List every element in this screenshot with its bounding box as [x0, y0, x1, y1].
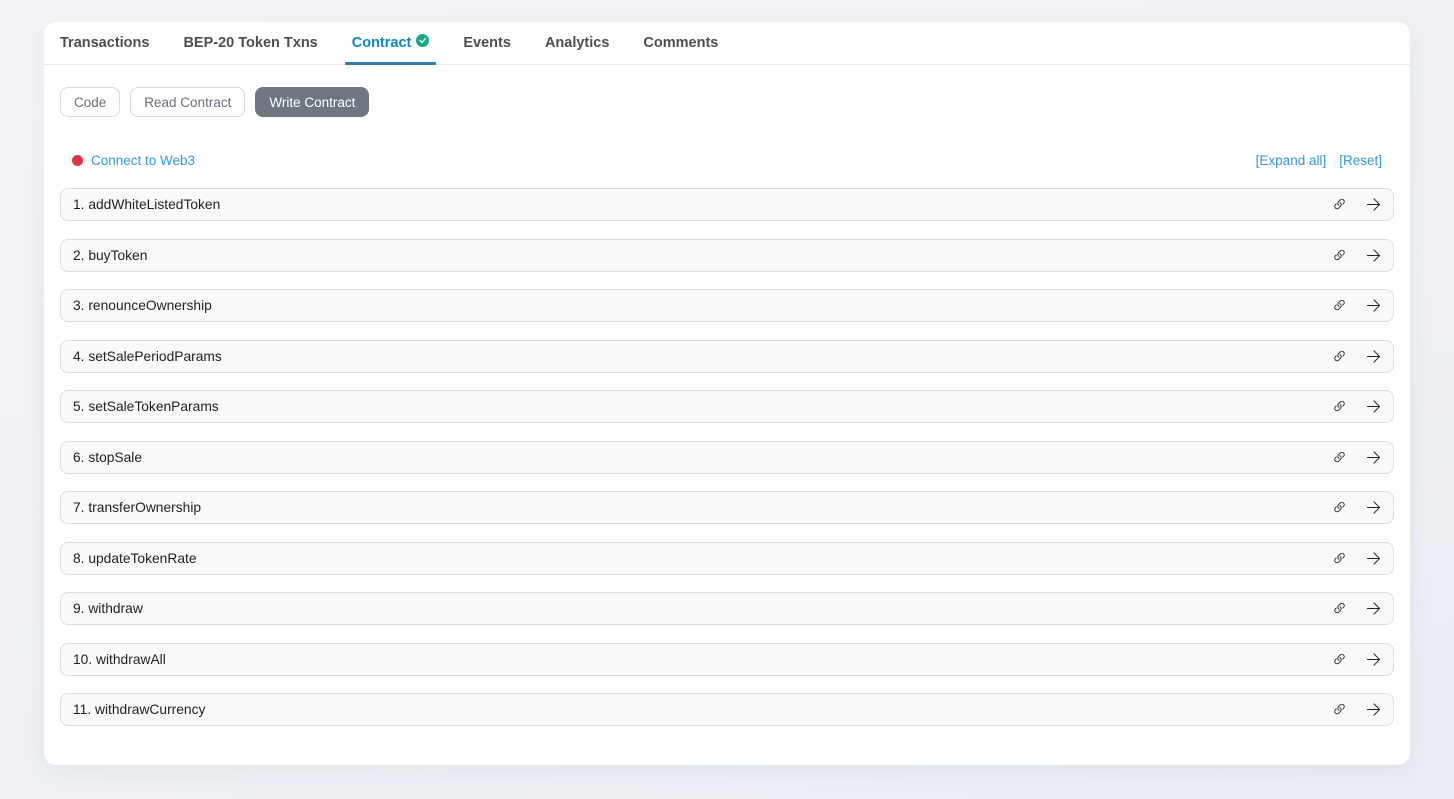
- function-label: 2. buyToken: [73, 247, 148, 263]
- tab-label: BEP-20 Token Txns: [183, 35, 318, 51]
- function-row-withdrawCurrency[interactable]: 11. withdrawCurrency: [60, 693, 1394, 726]
- expand-arrow-icon[interactable]: [1366, 349, 1381, 364]
- tab-bep20-token-txns[interactable]: BEP-20 Token Txns: [183, 22, 317, 64]
- function-label: 4. setSalePeriodParams: [73, 348, 222, 364]
- function-label: 6. stopSale: [73, 449, 143, 465]
- tab-label: Events: [463, 35, 511, 51]
- tab-comments[interactable]: Comments: [643, 22, 718, 64]
- function-row-renounceOwnership[interactable]: 3. renounceOwnership: [60, 289, 1394, 322]
- permalink-icon[interactable]: [1332, 702, 1347, 717]
- tab-events[interactable]: Events: [463, 22, 511, 64]
- function-label: 9. withdraw: [73, 601, 143, 616]
- function-label: 8. updateTokenRate: [73, 550, 197, 566]
- permalink-icon[interactable]: [1332, 197, 1347, 212]
- tab-analytics[interactable]: Analytics: [545, 22, 609, 64]
- permalink-icon[interactable]: [1332, 551, 1347, 566]
- permalink-icon[interactable]: [1332, 652, 1347, 667]
- code-button[interactable]: Code: [60, 87, 121, 117]
- function-row-withdrawAll[interactable]: 10. withdrawAll: [60, 642, 1394, 676]
- expand-arrow-icon[interactable]: [1366, 500, 1381, 515]
- function-row-addWhiteListedToken[interactable]: 1. addWhiteListedToken: [60, 188, 1394, 221]
- function-label: 11. withdrawCurrency: [73, 702, 206, 717]
- permalink-icon[interactable]: [1332, 601, 1347, 616]
- expand-arrow-icon[interactable]: [1366, 197, 1381, 212]
- function-label: 5. setSaleTokenParams: [73, 399, 219, 414]
- tab-transactions[interactable]: Transactions: [60, 22, 149, 64]
- read-contract-button[interactable]: Read Contract: [130, 87, 246, 117]
- reset-link[interactable]: [Reset]: [1339, 153, 1382, 168]
- permalink-icon[interactable]: [1332, 500, 1347, 515]
- function-label: 3. renounceOwnership: [73, 298, 212, 313]
- expand-arrow-icon[interactable]: [1366, 248, 1381, 263]
- function-row-setSaleTokenParams[interactable]: 5. setSaleTokenParams: [60, 390, 1394, 423]
- verified-check-icon: [416, 33, 430, 47]
- tab-contract[interactable]: Contract: [344, 22, 436, 65]
- function-row-withdraw[interactable]: 9. withdraw: [60, 592, 1394, 625]
- contract-subnav: Code Read Contract Write Contract: [60, 87, 1394, 117]
- expand-arrow-icon[interactable]: [1366, 601, 1381, 616]
- tab-label: Analytics: [544, 35, 610, 51]
- tab-label: Comments: [643, 35, 719, 51]
- expand-arrow-icon[interactable]: [1366, 298, 1381, 313]
- expand-arrow-icon[interactable]: [1366, 702, 1381, 717]
- connect-toolbar: Connect to Web3 [Expand all] [Reset]: [60, 150, 1394, 170]
- permalink-icon[interactable]: [1332, 298, 1347, 313]
- function-label: 10. withdrawAll: [73, 651, 166, 667]
- write-functions-list: 1. addWhiteListedToken 2. buyToken 3. re…: [60, 188, 1394, 726]
- tab-label: Contract: [351, 35, 412, 51]
- permalink-icon[interactable]: [1332, 349, 1347, 364]
- connection-status-dot: [72, 154, 83, 166]
- tab-label: Transactions: [60, 35, 150, 51]
- function-label: 1. addWhiteListedToken: [73, 197, 221, 212]
- toolbar-right-links: [Expand all] [Reset]: [1256, 153, 1382, 168]
- write-contract-button[interactable]: Write Contract: [255, 87, 370, 117]
- expand-arrow-icon[interactable]: [1366, 399, 1381, 414]
- permalink-icon[interactable]: [1332, 399, 1347, 414]
- connect-to-web3-link[interactable]: Connect to Web3: [91, 153, 195, 168]
- permalink-icon[interactable]: [1332, 450, 1347, 465]
- function-label: 7. transferOwnership: [73, 500, 202, 515]
- function-row-updateTokenRate[interactable]: 8. updateTokenRate: [60, 541, 1394, 575]
- function-row-buyToken[interactable]: 2. buyToken: [60, 238, 1394, 272]
- function-row-transferOwnership[interactable]: 7. transferOwnership: [60, 491, 1394, 524]
- tab-bar: Transactions BEP-20 Token Txns Contract …: [44, 22, 1410, 65]
- expand-arrow-icon[interactable]: [1366, 551, 1381, 566]
- expand-all-link[interactable]: [Expand all]: [1256, 153, 1327, 168]
- function-row-setSalePeriodParams[interactable]: 4. setSalePeriodParams: [60, 339, 1394, 373]
- write-contract-content: Code Read Contract Write Contract Connec…: [44, 65, 1410, 726]
- expand-arrow-icon[interactable]: [1366, 652, 1381, 667]
- contract-panel: Transactions BEP-20 Token Txns Contract …: [44, 22, 1410, 765]
- expand-arrow-icon[interactable]: [1366, 450, 1381, 465]
- function-row-stopSale[interactable]: 6. stopSale: [60, 440, 1394, 474]
- permalink-icon[interactable]: [1332, 248, 1347, 263]
